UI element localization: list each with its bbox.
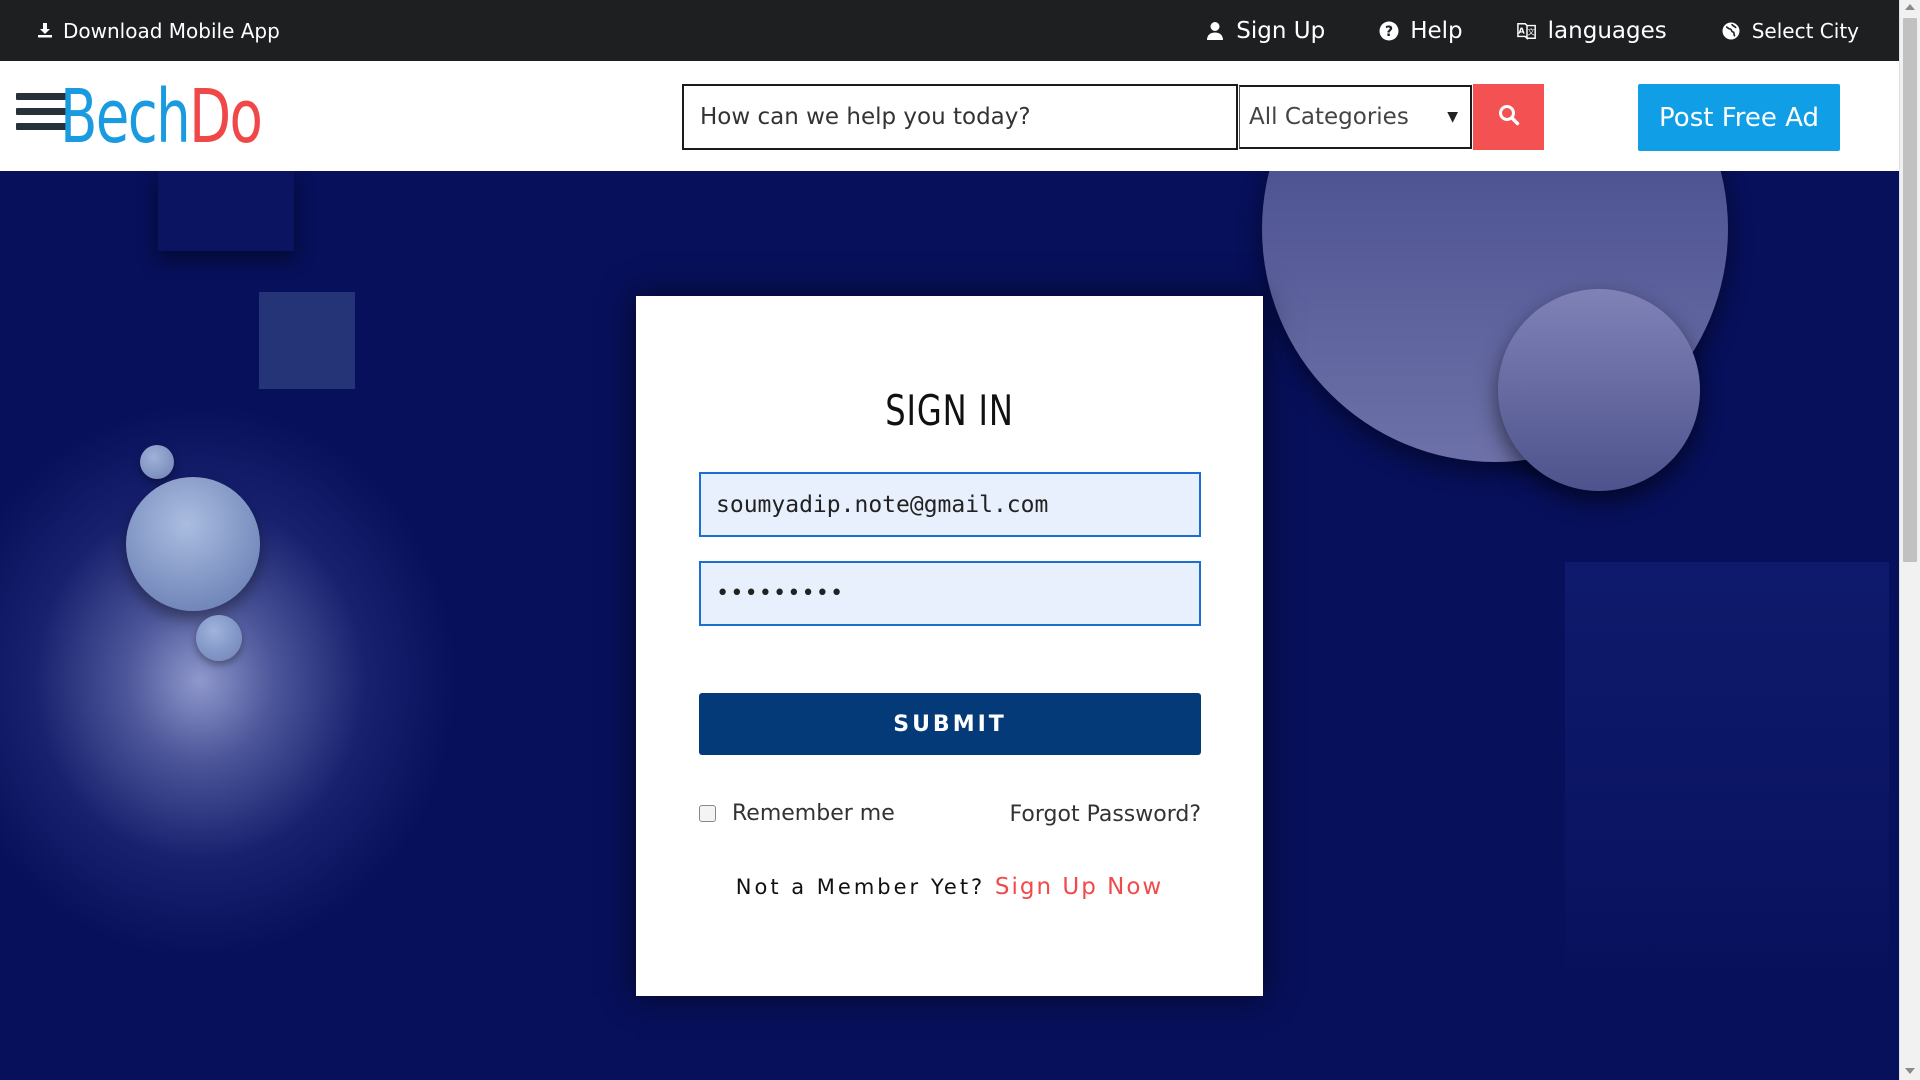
post-ad-label: Post Free Ad [1659,102,1819,133]
hamburger-menu-icon[interactable] [16,93,66,135]
svg-text:A: A [1518,25,1525,35]
logo-part-bech: Bech [60,74,191,160]
languages-link[interactable]: A文 languages [1516,17,1667,44]
decor-square [158,171,294,251]
top-bar: Download Mobile App Sign Up ? Help A文 la… [0,0,1899,61]
search-icon [1498,104,1520,130]
signin-title: SIGN IN [885,386,1014,435]
logo-part-do: Do [189,74,263,160]
search-placeholder: How can we help you today? [700,104,1031,130]
scrollbar-thumb[interactable] [1903,18,1917,562]
submit-button[interactable]: SUBMIT [699,693,1201,755]
decor-bubble [140,445,174,479]
user-icon [1205,21,1225,41]
help-label: Help [1410,17,1463,44]
decor-bubble [126,477,260,611]
question-circle-icon: ? [1379,21,1399,41]
download-app-link[interactable]: Download Mobile App [37,0,280,61]
member-prompt: Not a Member Yet? Sign Up Now [636,874,1263,900]
signup-label: Sign Up [1236,17,1326,44]
decor-glow [0,401,460,961]
member-prompt-text: Not a Member Yet? [735,875,986,899]
select-city-label: Select City [1751,18,1859,43]
globe-icon [1721,21,1741,41]
languages-label: languages [1547,17,1667,44]
signup-link[interactable]: Sign Up [1205,18,1325,44]
help-link[interactable]: ? Help [1379,17,1463,44]
vertical-scrollbar[interactable] [1899,0,1920,1080]
remember-label: Remember me [732,801,895,826]
forgot-password-link[interactable]: Forgot Password? [1010,802,1201,827]
decor-bubble [196,615,242,661]
search-input[interactable]: How can we help you today? [682,84,1238,150]
email-value: soumyadip.note@gmail.com [716,491,1049,518]
category-selected: All Categories [1249,104,1409,130]
email-field[interactable]: soumyadip.note@gmail.com [699,472,1201,537]
scroll-up-arrow-icon[interactable] [1905,4,1915,10]
password-field[interactable]: ••••••••• [699,561,1201,626]
password-value: ••••••••• [716,581,845,606]
remember-checkbox[interactable] [699,805,716,822]
bechdo-logo[interactable]: BechDo [60,74,263,160]
signin-card: SIGN IN soumyadip.note@gmail.com •••••••… [636,296,1263,996]
scroll-down-arrow-icon[interactable] [1905,1068,1915,1074]
download-app-label: Download Mobile App [63,18,280,43]
search-button[interactable] [1473,84,1544,150]
remember-me[interactable]: Remember me [699,801,895,826]
decor-square [259,292,355,389]
dropdown-arrow-icon: ▼ [1447,109,1458,125]
select-city-link[interactable]: Select City [1721,19,1859,43]
svg-text:文: 文 [1527,27,1535,36]
post-free-ad-button[interactable]: Post Free Ad [1638,84,1840,151]
submit-label: SUBMIT [893,711,1007,737]
signup-now-link[interactable]: Sign Up Now [995,874,1163,900]
decor-square [1565,562,1889,992]
svg-text:?: ? [1385,24,1393,40]
decor-circle [1498,289,1700,491]
download-icon [37,19,63,43]
language-icon: A文 [1516,21,1537,41]
category-select[interactable]: All Categories ▼ [1239,85,1472,149]
